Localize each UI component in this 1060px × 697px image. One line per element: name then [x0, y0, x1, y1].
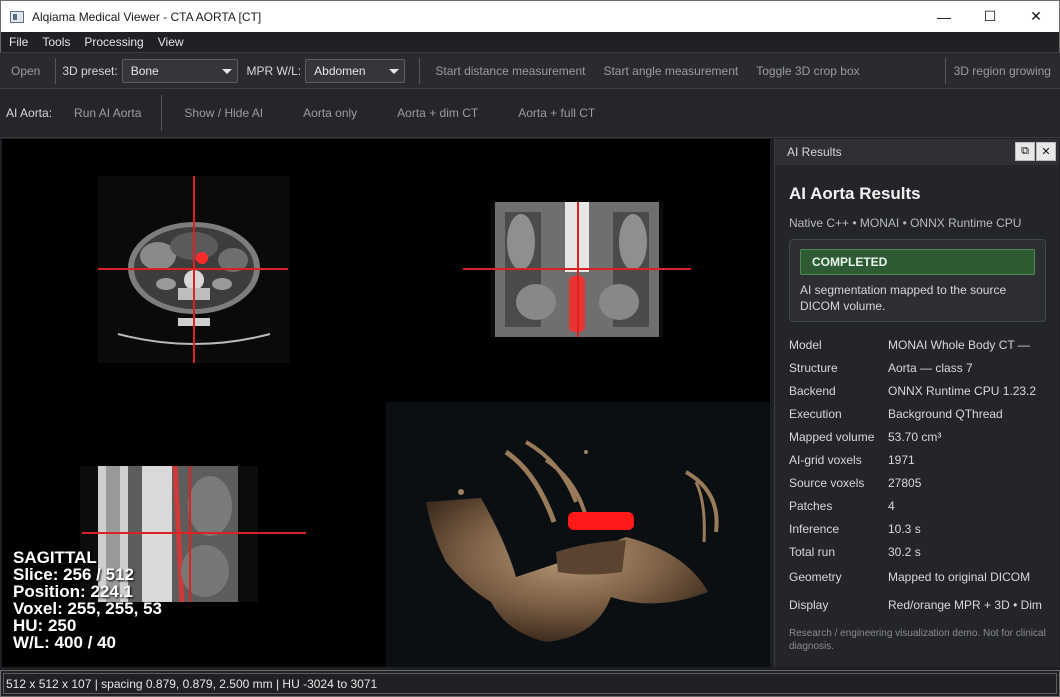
menu-file[interactable]: File [1, 35, 35, 49]
volume-render-image [426, 440, 719, 642]
crop-box-button[interactable]: Toggle 3D crop box [747, 64, 868, 78]
result-row: Model MONAI Whole Body CT — [789, 337, 1030, 352]
title-bar: Alqiama Medical Viewer - CTA AORTA [CT] … [0, 0, 1060, 32]
mpr-label: MPR W/L: [246, 63, 302, 78]
ai-results-panel: AI Results ⧉ ✕ AI Aorta Results Native C… [774, 139, 1059, 667]
viewport-grid[interactable]: SAGITTAL Slice: 256 / 512 Position: 224.… [2, 139, 770, 667]
ai-panel-header-title: AI Results [787, 145, 842, 159]
result-row: Execution Background QThread [789, 406, 1003, 421]
sagittal-crosshair-h[interactable] [82, 532, 306, 534]
minimize-icon[interactable]: — [921, 1, 967, 32]
region-growing-button[interactable]: 3D region growing [952, 64, 1060, 78]
result-row: Total run 30.2 s [789, 544, 921, 559]
result-row: Geometry Mapped to original DICOM [789, 570, 1031, 584]
main-toolbar: Open 3D preset: Bone MPR W/L: Abdomen St… [0, 52, 1060, 89]
status-box: COMPLETED AI segmentation mapped to the … [789, 239, 1046, 322]
preset-label: 3D preset: [62, 63, 118, 78]
volume-render-view[interactable] [386, 402, 770, 667]
axial-crosshair-v[interactable] [193, 176, 195, 363]
toolbar-divider [161, 95, 163, 131]
ai-results-title: AI Aorta Results [789, 184, 921, 203]
panel-header-buttons: ⧉ ✕ [1015, 142, 1056, 161]
plane-label: SAGITTAL [13, 548, 97, 567]
ai-results-subtitle: Native C++ • MONAI • ONNX Runtime CPU [789, 216, 1022, 230]
toolbar-divider [419, 57, 421, 84]
result-row: Backend ONNX Runtime CPU 1.23.2 [789, 383, 1037, 398]
menu-tools[interactable]: Tools [35, 35, 77, 49]
status-badge: COMPLETED [800, 249, 1035, 275]
aorta-only-button[interactable]: Aorta only [283, 106, 377, 120]
open-button[interactable]: Open [0, 64, 49, 78]
voxel-readout: Voxel: 255, 255, 53 [13, 599, 163, 618]
result-row: Mapped volume 53.70 cm³ [789, 429, 942, 444]
menu-processing[interactable]: Processing [77, 35, 150, 49]
aorta-full-ct-button[interactable]: Aorta + full CT [498, 106, 615, 120]
hu-readout: HU: 250 [13, 616, 77, 635]
menu-view[interactable]: View [151, 35, 191, 49]
window-controls: — ☐ ✕ [921, 1, 1059, 32]
ai-aorta-label: AI Aorta: [6, 106, 53, 120]
sagittal-crosshair-v[interactable] [189, 466, 191, 602]
result-row: Structure Aorta — class 7 [789, 360, 973, 375]
angle-button[interactable]: Start angle measurement [594, 64, 747, 78]
result-row: Display Red/orange MPR + 3D • Dim [789, 598, 1042, 612]
position-readout: Position: 224.1 [13, 582, 133, 601]
maximize-icon[interactable]: ☐ [967, 1, 1013, 32]
slice-readout: Slice: 256 / 512 [13, 565, 134, 584]
distance-button[interactable]: Start distance measurement [426, 64, 594, 78]
mpr-value: Abdomen [314, 63, 366, 78]
result-row: AI-grid voxels 1971 [789, 452, 915, 467]
chevron-down-icon [389, 68, 400, 74]
wl-readout: W/L: 400 / 40 [13, 633, 116, 652]
results-table: Model MONAI Whole Body CT — Structure Aort… [789, 333, 1049, 619]
toolbar-divider [944, 57, 946, 84]
mpr-dropdown[interactable]: Abdomen [305, 58, 406, 83]
status-bar-text: 512 x 512 x 107 | spacing 0.879, 0.879, … [3, 673, 1057, 694]
coronal-crosshair-v[interactable] [577, 202, 579, 337]
preset-dropdown[interactable]: Bone [121, 58, 239, 83]
run-ai-button[interactable]: Run AI Aorta [74, 106, 161, 120]
preset-value: Bone [130, 63, 159, 78]
close-panel-icon[interactable]: ✕ [1036, 142, 1056, 161]
close-icon[interactable]: ✕ [1013, 1, 1059, 32]
chevron-down-icon [222, 68, 233, 74]
ai-panel-header: AI Results ⧉ ✕ [775, 139, 1059, 165]
disclaimer-text: Research / engineering visualization dem… [789, 628, 1046, 652]
toolbar-divider [55, 57, 57, 84]
aorta-dim-ct-button[interactable]: Aorta + dim CT [377, 106, 498, 120]
result-row: Source voxels 27805 [789, 475, 922, 490]
sagittal-overlay: SAGITTAL Slice: 256 / 512 Position: 224.… [13, 549, 162, 651]
status-message: AI segmentation mapped to the source DIC… [800, 283, 1007, 313]
result-row: Inference 10.3 s [789, 521, 921, 536]
app-icon [10, 10, 24, 23]
window-title: Alqiama Medical Viewer - CTA AORTA [CT] [32, 9, 262, 24]
ai-toolbar: AI Aorta: Run AI Aorta Show / Hide AI Ao… [0, 89, 1060, 138]
menu-bar: File Tools Processing View [0, 32, 1060, 52]
show-hide-ai-button[interactable]: Show / Hide AI [164, 106, 283, 120]
float-panel-icon[interactable]: ⧉ [1015, 142, 1035, 161]
result-row: Patches 4 [789, 498, 895, 513]
status-bar: 512 x 512 x 107 | spacing 0.879, 0.879, … [0, 670, 1060, 697]
